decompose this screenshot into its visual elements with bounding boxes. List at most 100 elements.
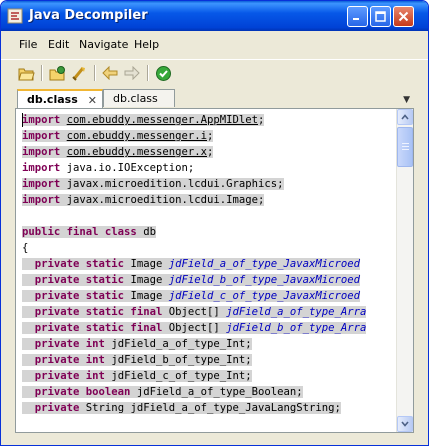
open-type-button[interactable]: [47, 63, 67, 83]
window-title: Java Decompiler: [29, 8, 148, 23]
app-window: Java Decompiler File Edit Navigate Help: [0, 0, 429, 446]
code-token: Object[]: [162, 322, 227, 334]
open-type-hierarchy-button[interactable]: [69, 63, 89, 83]
tab-db-class-active[interactable]: db.class ✕: [17, 89, 103, 109]
code-token: {: [22, 242, 29, 254]
code-line[interactable]: import com.ebuddy.messenger.AppMIDlet;: [22, 112, 265, 128]
code-token: jdField_b_of_type_Int;: [104, 354, 252, 366]
thumb-grip: [402, 143, 409, 144]
maximize-button[interactable]: [370, 6, 391, 27]
code-line-text: private boolean jdField_a_of_type_Boolea…: [22, 386, 303, 398]
text-caret: [22, 113, 23, 127]
back-button[interactable]: [100, 63, 120, 83]
code-token: Image: [124, 274, 169, 286]
minimize-icon: [353, 18, 359, 20]
code-keyword: import: [22, 178, 61, 190]
scroll-up-button[interactable]: [397, 109, 413, 125]
code-line[interactable]: private static final Object[] jdField_b_…: [22, 320, 367, 336]
code-token: Image: [124, 258, 169, 270]
code-line[interactable]: import com.ebuddy.messenger.i;: [22, 128, 214, 144]
code-line[interactable]: import javax.microedition.lcdui.Graphics…: [22, 176, 284, 192]
code-field: jdField_a_of_type_Arra: [226, 306, 367, 318]
code-keyword: private static final: [34, 322, 163, 334]
code-line-text: import com.ebuddy.messenger.x;: [22, 146, 214, 158]
tab-db-class[interactable]: db.class: [103, 89, 175, 107]
code-line-text: import javax.microedition.lcdui.Image;: [22, 194, 265, 206]
search-globe-button[interactable]: [153, 63, 173, 83]
chevron-down-icon: [401, 421, 409, 427]
code-line[interactable]: import javax.microedition.lcdui.Image;: [22, 192, 265, 208]
menu-edit[interactable]: Edit: [48, 38, 69, 51]
menu-file[interactable]: File: [19, 38, 37, 51]
code-view[interactable]: import com.ebuddy.messenger.AppMIDlet; im…: [16, 109, 396, 432]
code-line-text: import com.ebuddy.messenger.AppMIDlet;: [22, 114, 265, 126]
tab-close-icon[interactable]: ✕: [88, 94, 97, 107]
code-line[interactable]: {: [22, 240, 28, 256]
code-line-text: private static final Object[] jdField_a_…: [22, 306, 367, 318]
code-line[interactable]: private String jdField_a_of_type_JavaLan…: [22, 400, 341, 416]
code-token: ;: [207, 130, 214, 142]
menu-help[interactable]: Help: [134, 38, 159, 51]
tab-list-menu-icon[interactable]: ▼: [403, 95, 410, 105]
code-token: String jdField_a_of_type_JavaLangString;: [79, 402, 341, 414]
search-globe-icon: [155, 65, 171, 81]
code-token: jdField_a_of_type_Boolean;: [130, 386, 303, 398]
code-line-text: private String jdField_a_of_type_JavaLan…: [22, 402, 341, 414]
code-line-text: import com.ebuddy.messenger.i;: [22, 130, 214, 142]
open-type-icon: [49, 65, 65, 80]
code-line[interactable]: private static final Object[] jdField_a_…: [22, 304, 367, 320]
code-token: java.io.IOException;: [60, 162, 195, 174]
code-line-text: import java.io.IOException;: [22, 162, 194, 174]
code-line[interactable]: import com.ebuddy.messenger.x;: [22, 144, 214, 160]
code-line-text: private int jdField_b_of_type_Int;: [22, 354, 252, 366]
code-line-text: private static Image jdField_c_of_type_J…: [22, 290, 361, 302]
toolbar: [1, 59, 428, 86]
code-line[interactable]: private int jdField_a_of_type_Int;: [22, 336, 252, 352]
vertical-scrollbar[interactable]: [396, 109, 413, 432]
scroll-thumb[interactable]: [397, 127, 413, 167]
source-editor[interactable]: import com.ebuddy.messenger.AppMIDlet; im…: [15, 108, 414, 433]
title-bar[interactable]: Java Decompiler: [1, 1, 428, 31]
code-line-text: private int jdField_a_of_type_Int;: [22, 338, 252, 350]
forward-button[interactable]: [122, 63, 142, 83]
code-line[interactable]: private int jdField_c_of_type_Int;: [22, 368, 252, 384]
minimize-button[interactable]: [347, 6, 368, 27]
code-line[interactable]: private static Image jdField_b_of_type_J…: [22, 272, 361, 288]
code-line[interactable]: import java.io.IOException;: [22, 160, 194, 176]
code-line[interactable]: public final class db: [22, 224, 156, 240]
code-keyword: private int: [34, 338, 105, 350]
code-field: jdField_a_of_type_JavaxMicroed: [168, 258, 361, 270]
tab-bar: db.class ✕ db.class ▼: [15, 89, 414, 109]
code-keyword: private boolean: [34, 386, 131, 398]
code-line[interactable]: private boolean jdField_a_of_type_Boolea…: [22, 384, 303, 400]
code-line[interactable]: private static Image jdField_c_of_type_J…: [22, 288, 361, 304]
close-button[interactable]: [393, 6, 414, 27]
code-line[interactable]: private int jdField_b_of_type_Int;: [22, 352, 252, 368]
code-link[interactable]: com.ebuddy.messenger.AppMIDlet: [67, 114, 258, 126]
menu-navigate[interactable]: Navigate: [79, 38, 128, 51]
scroll-down-button[interactable]: [397, 416, 413, 432]
thumb-grip: [402, 149, 409, 150]
code-token: Object[]: [162, 306, 227, 318]
code-line-text: private static Image jdField_b_of_type_J…: [22, 274, 361, 286]
toolbar-separator: [41, 65, 43, 81]
code-keyword: import: [22, 162, 61, 174]
code-keyword: import: [22, 146, 61, 158]
code-line[interactable]: private static Image jdField_a_of_type_J…: [22, 256, 361, 272]
code-token: db: [136, 226, 156, 238]
open-file-button[interactable]: [16, 63, 36, 83]
open-type-hierarchy-icon: [71, 66, 85, 81]
code-token: Image: [124, 290, 169, 302]
code-keyword: import: [22, 194, 61, 206]
maximize-icon: [375, 11, 386, 22]
code-line-text: {: [22, 242, 28, 254]
code-link[interactable]: com.ebuddy.messenger.i: [67, 130, 207, 142]
code-keyword: private: [34, 402, 80, 414]
code-field: jdField_b_of_type_Arra: [226, 322, 367, 334]
code-link[interactable]: com.ebuddy.messenger.x: [67, 146, 207, 158]
